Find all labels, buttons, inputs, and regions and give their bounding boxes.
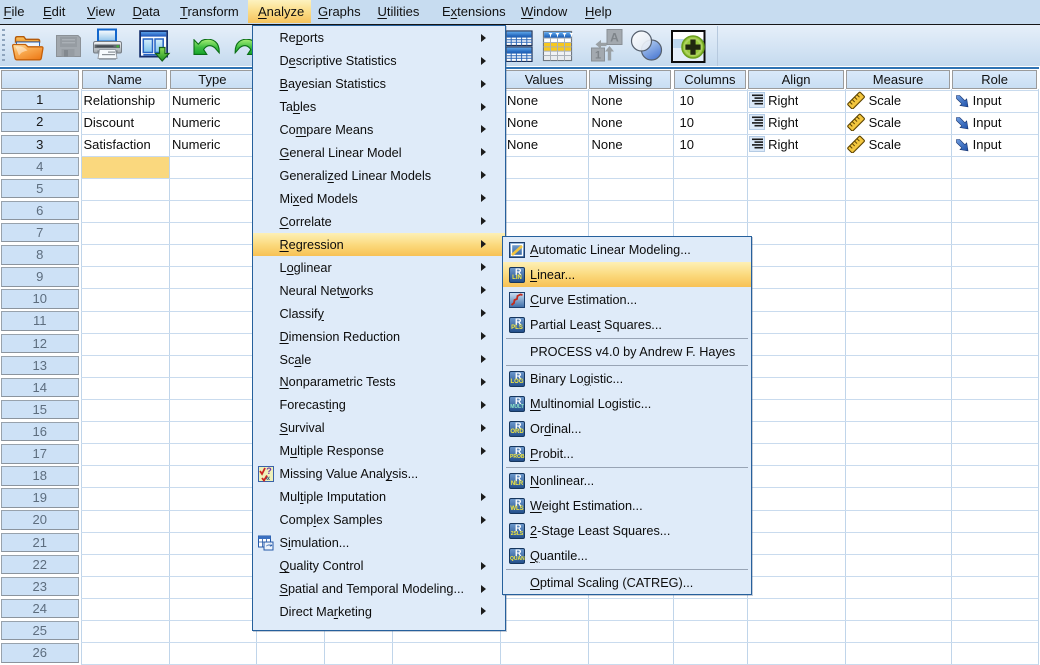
svg-text:1: 1 [595, 50, 601, 62]
svg-text:«: « [266, 474, 271, 483]
svg-text:A: A [610, 31, 619, 45]
